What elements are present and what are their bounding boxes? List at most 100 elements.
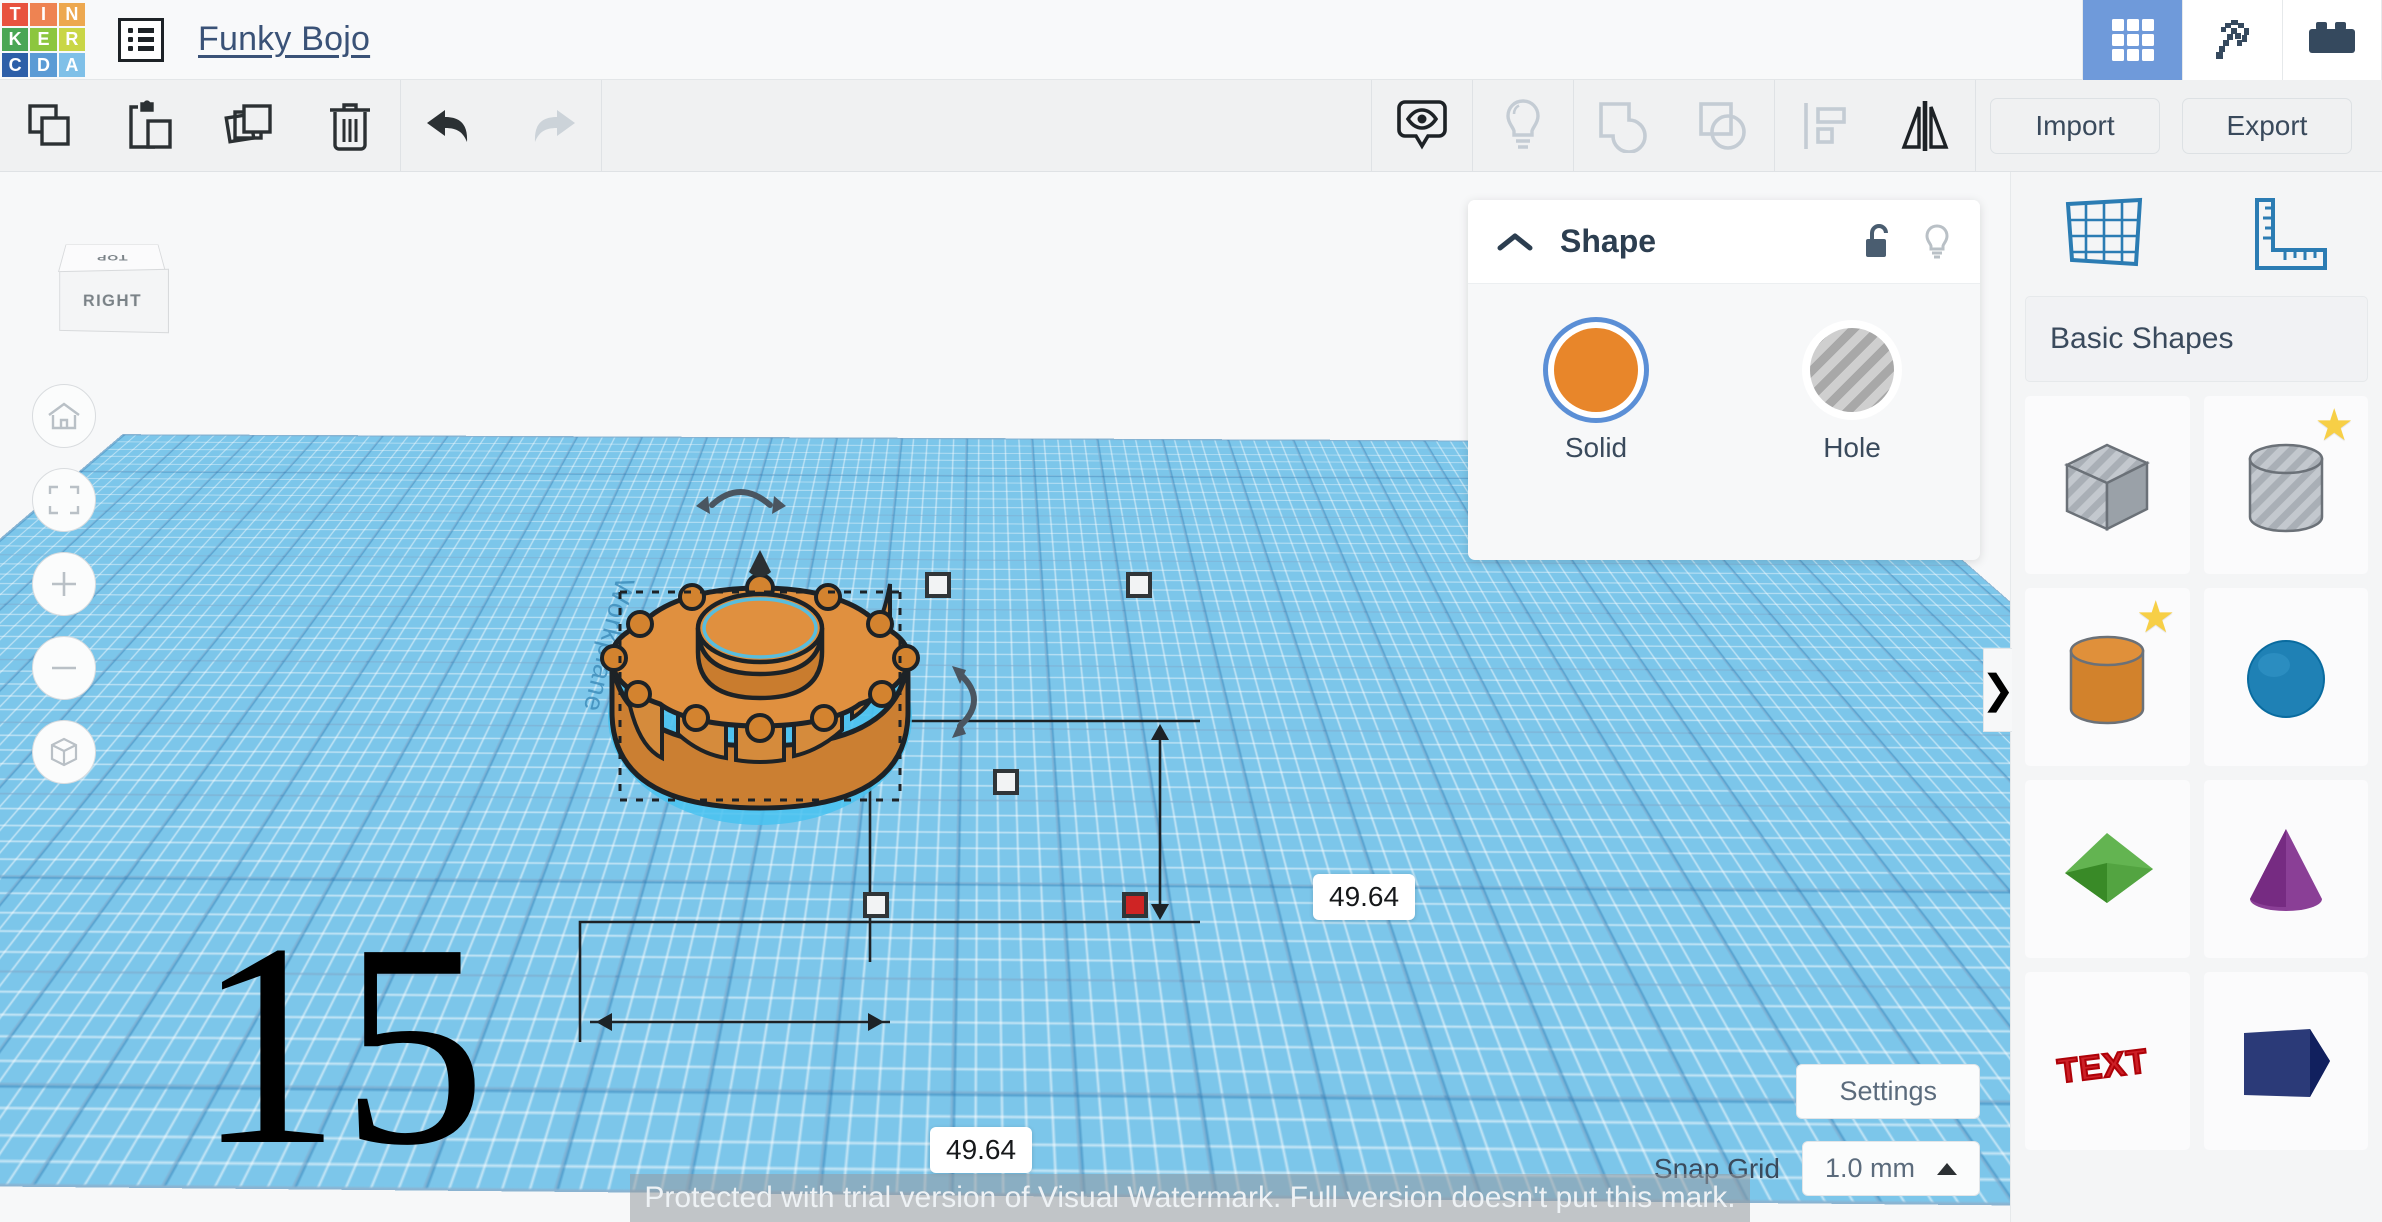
viewport-nav-controls [32,384,96,784]
favorite-star-icon[interactable]: ★ [2136,596,2175,640]
shape-pyramid[interactable] [2025,780,2190,958]
top-right-tabs [2082,0,2382,80]
home-view-button[interactable] [32,384,96,448]
duplicate-button[interactable] [200,80,300,172]
fit-frame-icon [48,485,80,515]
logo-tile-a: A [59,53,85,76]
tinkercad-app: TINKERCDA Funky Bojo [0,0,2382,1222]
delete-button[interactable] [300,80,400,172]
rotate-gizmo-top [712,492,770,505]
mirror-flip-icon [1897,99,1953,153]
grid-3x3-icon [2110,17,2156,63]
shape-properties-panel: Shape Solid Hole [1468,200,1980,560]
mirror-button[interactable] [1875,80,1975,172]
workplane-grid-icon [2058,194,2150,274]
plus-icon [49,569,79,599]
sidebar-tools [2011,172,2382,296]
undo-arrow-icon [423,104,479,148]
projection-toggle-button[interactable] [32,720,96,784]
solid-option[interactable]: Solid [1468,328,1724,464]
shape-cylinder-hole[interactable]: ★ [2204,396,2369,574]
align-icon [1800,99,1850,153]
tinkercad-logo[interactable]: TINKERCDA [0,0,88,80]
dimension-label-width[interactable]: 49.64 [930,1127,1032,1173]
shape-sphere[interactable] [2204,588,2369,766]
scale-handle-bottom-left[interactable] [863,892,889,918]
solid-label: Solid [1565,432,1627,464]
snap-grid-value: 1.0 mm [1825,1153,1915,1184]
export-button[interactable]: Export [2182,98,2352,154]
show-hide-button[interactable] [1372,80,1472,172]
logo-tile-i: I [30,3,56,26]
shape-panel-title: Shape [1560,223,1656,260]
minecraft-tab[interactable] [2182,0,2282,80]
sidebar-collapse-handle[interactable]: ❯ [1983,648,2012,732]
shape-text[interactable]: TEXT [2025,972,2190,1150]
logo-tile-e: E [30,28,56,51]
view-cube-right-face[interactable]: RIGHT [59,269,169,334]
scale-handle-top-right[interactable] [1126,572,1152,598]
view-cube-top-face[interactable]: TOP [58,244,166,272]
list-menu-icon[interactable] [118,18,164,62]
light-button[interactable] [1473,80,1573,172]
sphere-icon [2224,615,2348,739]
hole-label: Hole [1823,432,1881,464]
shape-box[interactable] [2025,396,2190,574]
trash-icon [327,99,373,153]
copy-button[interactable] [0,80,100,172]
workplane-tool[interactable] [2011,194,2197,274]
scale-handle-top-left[interactable] [925,572,951,598]
grid-view-tab[interactable] [2082,0,2182,80]
hole-option[interactable]: Hole [1724,328,1980,464]
main-toolbar: Import Export [0,80,2382,172]
shape-category-dropdown[interactable]: Basic Shapes [2025,296,2368,382]
ungroup-shapes-icon [1696,99,1752,153]
hole-swatch[interactable] [1810,328,1894,412]
caret-up-icon [1937,1163,1957,1175]
history-button-group [401,80,601,172]
shape-panel-header-icons [1862,223,1952,261]
ruler-icon [2243,194,2335,274]
lightbulb-icon[interactable] [1922,223,1952,261]
favorite-star-icon[interactable]: ★ [2315,404,2354,448]
undo-button[interactable] [401,80,501,172]
zoom-out-button[interactable] [32,636,96,700]
view-cube-top-label: TOP [96,253,128,262]
blocks-tab[interactable] [2282,0,2382,80]
fit-to-view-button[interactable] [32,468,96,532]
duplicate-icon [223,100,277,152]
selected-object-group[interactable] [560,462,1560,1102]
dimension-label-depth[interactable]: 49.64 [1313,874,1415,920]
cube-projection-icon [48,736,80,768]
document-title[interactable]: Funky Bojo [198,20,370,59]
group-button[interactable] [1574,80,1674,172]
group-shapes-icon [1596,99,1652,153]
ungroup-button[interactable] [1674,80,1774,172]
shape-cylinder[interactable]: ★ [2025,588,2190,766]
redo-arrow-icon [523,104,579,148]
chevron-up-icon [1496,230,1534,254]
paste-button[interactable] [100,80,200,172]
minus-icon [49,653,79,683]
zoom-in-button[interactable] [32,552,96,616]
logo-tile-n: N [59,3,85,26]
settings-button[interactable]: Settings [1796,1064,1980,1119]
import-button[interactable]: Import [1990,98,2160,154]
shape-polygon[interactable] [2204,972,2369,1150]
eye-tooltip-icon [1395,97,1449,155]
view-cube[interactable]: TOP RIGHT [50,220,180,340]
top-bar: TINKERCDA Funky Bojo [0,0,2382,80]
logo-tile-c: C [2,53,28,76]
redo-button[interactable] [501,80,601,172]
unlock-icon[interactable] [1862,223,1894,261]
scale-handle-bottom-right-active[interactable] [1122,892,1148,918]
lego-brick-icon [2306,20,2358,60]
polygon-arrow-icon [2224,999,2348,1123]
rotate-gizmo-side [960,674,974,726]
snap-grid-select[interactable]: 1.0 mm [1802,1141,1980,1196]
ruler-tool[interactable] [2197,194,2382,274]
solid-swatch[interactable] [1554,328,1638,412]
import-export-group: Import Export [1976,98,2382,154]
align-button[interactable] [1775,80,1875,172]
shape-cone[interactable] [2204,780,2369,958]
